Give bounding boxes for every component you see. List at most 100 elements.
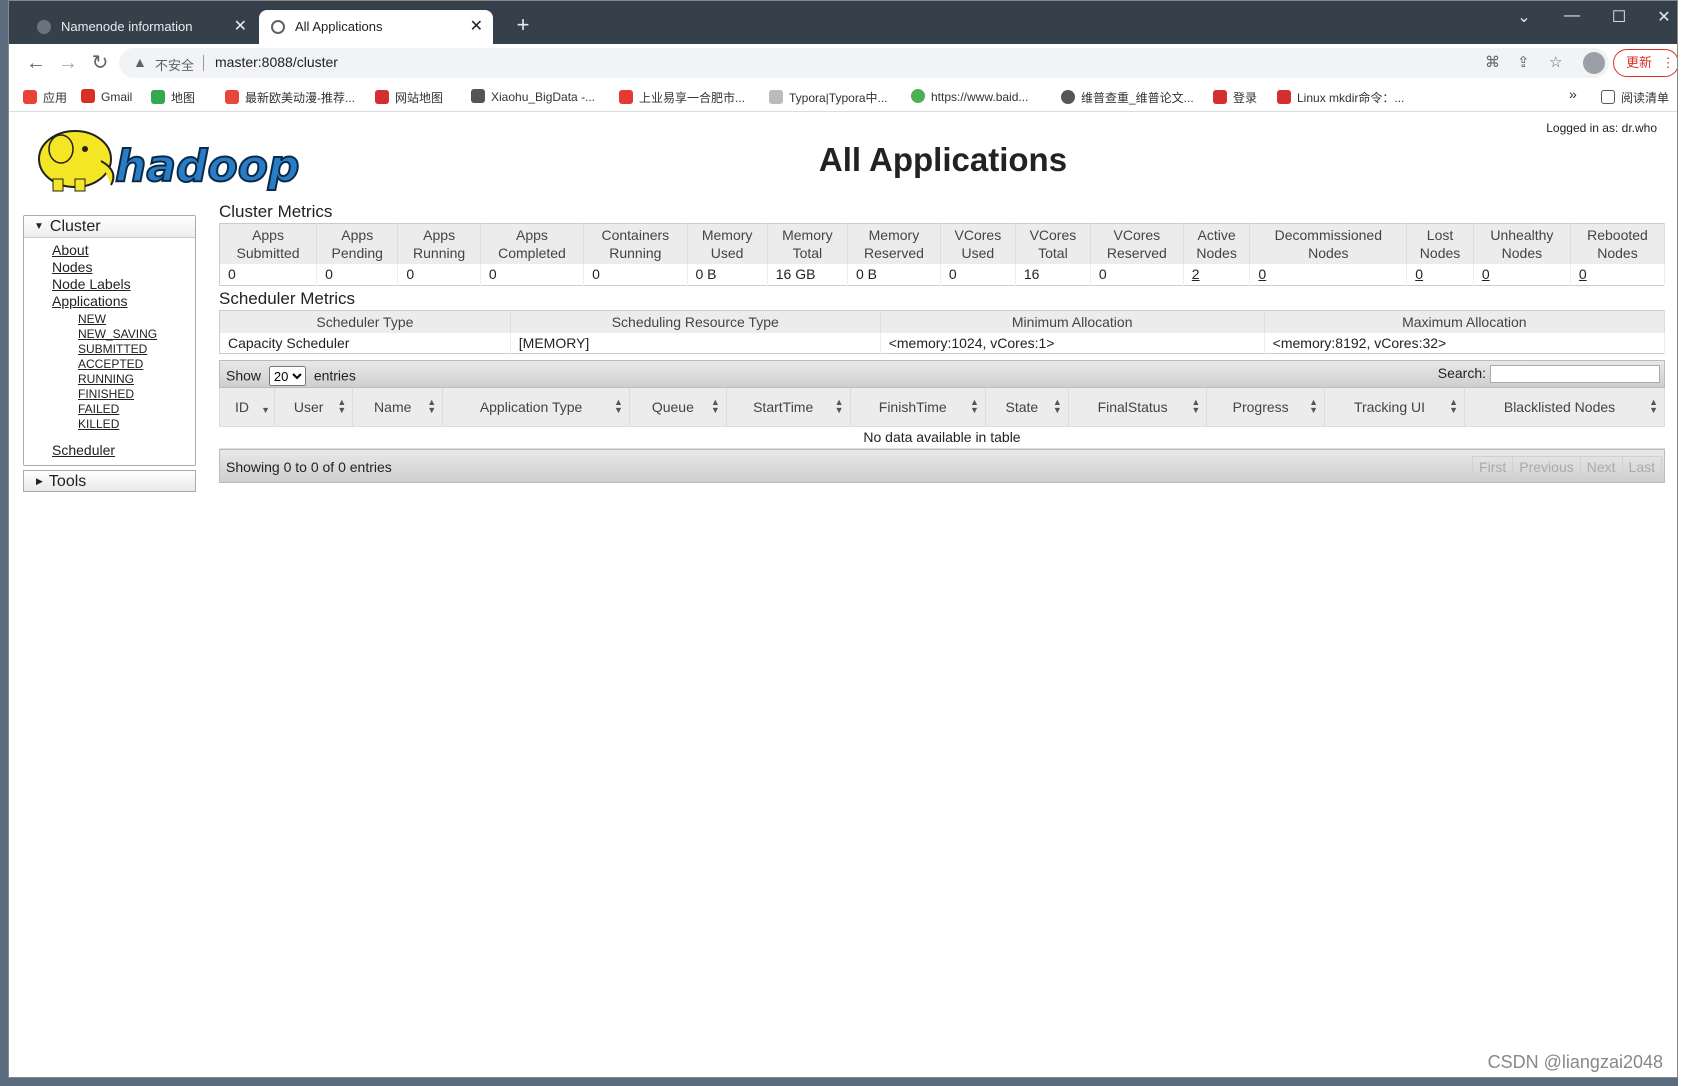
warning-icon[interactable]: ▲ <box>133 54 147 70</box>
tab-namenode-information[interactable]: Namenode information ✕ <box>25 10 257 44</box>
cluster-metrics-title: Cluster Metrics <box>219 202 333 221</box>
back-button[interactable]: ← <box>23 50 49 76</box>
update-button[interactable]: 更新 ⋮ <box>1613 49 1677 77</box>
cluster-header[interactable]: ▼ Cluster <box>24 216 195 238</box>
bookmarks-more-button[interactable]: » <box>1569 86 1577 102</box>
address-bar[interactable]: ▲ 不安全 master:8088/cluster ⌘ ⇪ ☆ <box>119 48 1609 78</box>
sidebar-link-about[interactable]: About <box>24 242 195 259</box>
column-header[interactable]: Name ▲ ▼ <box>352 388 444 427</box>
header-line: Total <box>792 245 823 261</box>
sort-icon: ▲ ▼ <box>1449 397 1458 415</box>
cluster-metric-link[interactable]: 0 <box>1579 266 1587 282</box>
app-state-new-saving[interactable]: NEW_SAVING <box>24 327 195 342</box>
minimize-button[interactable]: — <box>1557 7 1587 25</box>
reload-button[interactable]: ↻ <box>87 50 113 76</box>
app-state-finished[interactable]: FINISHED <box>24 387 195 402</box>
bookmark-apps[interactable]: 应用 <box>23 89 67 106</box>
cluster-metric-header: Active Nodes <box>1183 223 1251 264</box>
column-label: StartTime <box>753 398 814 415</box>
forward-button[interactable]: → <box>55 50 81 76</box>
url-text[interactable]: master:8088/cluster <box>215 54 338 70</box>
bookmark-baidu[interactable]: https://www.baid... <box>911 89 1028 104</box>
new-tab-button[interactable]: + <box>509 11 537 39</box>
column-header[interactable]: Queue ▲ ▼ <box>628 388 727 427</box>
logged-in-user: Logged in as: dr.who <box>1546 121 1657 135</box>
sort-icon: ▲ ▼ <box>834 397 844 415</box>
close-tab-icon[interactable]: ✕ <box>234 10 247 44</box>
bookmark-maps[interactable]: 地图 <box>151 89 195 106</box>
bookmark-linux-mkdir[interactable]: Linux mkdir命令：... <box>1277 89 1404 106</box>
pagination: First Previous Next Last <box>1472 455 1662 478</box>
close-window-button[interactable]: ✕ <box>1649 7 1677 27</box>
column-header[interactable]: Application Type ▲ ▼ <box>442 388 630 427</box>
next-page-button[interactable]: Next <box>1579 455 1623 478</box>
app-state-running[interactable]: RUNNING <box>24 372 195 387</box>
bookmark-sitemap[interactable]: 网站地图 <box>375 89 443 106</box>
sort-desc-icon: ▼ <box>261 405 271 415</box>
app-state-new[interactable]: NEW <box>24 312 195 327</box>
bookmark-star-icon[interactable]: ☆ <box>1549 53 1562 71</box>
header-line: Completed <box>498 245 566 261</box>
cluster-metric-header: Memory Reserved <box>847 223 941 264</box>
header-line: Total <box>1038 245 1068 261</box>
cluster-metric-link[interactable]: 0 <box>1258 266 1266 282</box>
last-page-button[interactable]: Last <box>1621 455 1662 478</box>
cluster-metric-link[interactable]: 0 <box>1482 266 1490 282</box>
profile-avatar[interactable] <box>1583 52 1605 74</box>
first-page-button[interactable]: First <box>1472 455 1514 478</box>
column-header[interactable]: FinalStatus ▲ ▼ <box>1067 388 1208 427</box>
update-label: 更新 <box>1626 55 1653 70</box>
security-label[interactable]: 不安全 <box>155 55 194 74</box>
cluster-metric-link[interactable]: 2 <box>1192 266 1200 282</box>
cluster-metric-value: 0 <box>1473 264 1571 285</box>
app-state-killed[interactable]: KILLED <box>24 417 195 432</box>
tools-header[interactable]: ▶ Tools <box>23 470 196 492</box>
share-icon[interactable]: ⇪ <box>1517 53 1530 71</box>
sidebar-link-node-labels[interactable]: Node Labels <box>24 276 195 293</box>
cluster-metric-header: Memory Total <box>767 223 849 264</box>
maximize-button[interactable]: ☐ <box>1604 7 1634 27</box>
header-line: Memory <box>868 227 920 243</box>
bookmark-gmail[interactable]: Gmail <box>81 89 132 104</box>
sidebar-link-scheduler[interactable]: Scheduler <box>24 442 195 459</box>
search-input[interactable] <box>1490 365 1660 384</box>
column-label: User <box>293 398 324 415</box>
column-header[interactable]: FinishTime ▲ ▼ <box>849 388 986 427</box>
bookmark-label: Linux mkdir命令：... <box>1297 91 1405 105</box>
s-logo-icon <box>619 90 633 104</box>
column-header[interactable]: User ▲ ▼ <box>274 388 354 427</box>
previous-page-button[interactable]: Previous <box>1512 455 1581 478</box>
cluster-metric-value: 0 <box>219 264 318 285</box>
entries-select[interactable]: 20 <box>268 366 306 386</box>
more-menu-icon[interactable]: ⋮ <box>1662 55 1675 70</box>
bookmark-hefei[interactable]: 上业易享一合肥市... <box>619 89 745 106</box>
header-line: Running <box>413 245 466 261</box>
app-state-submitted[interactable]: SUBMITTED <box>24 342 195 357</box>
sidebar-link-nodes[interactable]: Nodes <box>24 259 195 276</box>
sort-icon: ▲ ▼ <box>710 397 720 415</box>
column-header[interactable]: Tracking UI ▲ ▼ <box>1323 388 1466 427</box>
bookmark-weipu[interactable]: 维普查重_维普论文... <box>1061 89 1194 106</box>
cluster-metric-link[interactable]: 0 <box>1415 266 1423 282</box>
tab-search-icon[interactable]: ⌄ <box>1509 7 1539 27</box>
column-header[interactable]: Blacklisted Nodes ▲ ▼ <box>1464 388 1665 427</box>
bookmark-login[interactable]: 登录 <box>1213 89 1257 106</box>
column-header[interactable]: State ▲ ▼ <box>984 388 1069 427</box>
header-line: VCores <box>954 227 1002 243</box>
app-state-accepted[interactable]: ACCEPTED <box>24 357 195 372</box>
reading-list-button[interactable]: 阅读清单 <box>1601 89 1669 106</box>
column-header[interactable]: Progress ▲ ▼ <box>1206 388 1325 427</box>
translate-icon[interactable]: ⌘ <box>1485 53 1500 71</box>
caret-down-icon: ▼ <box>34 221 44 232</box>
tools-label: Tools <box>48 473 87 490</box>
tab-all-applications[interactable]: All Applications ✕ <box>259 10 493 44</box>
sidebar-link-applications[interactable]: Applications <box>24 293 195 310</box>
app-state-failed[interactable]: FAILED <box>24 402 195 417</box>
bookmark-xiaohu[interactable]: Xiaohu_BigData -... <box>471 89 595 104</box>
close-tab-icon[interactable]: ✕ <box>470 10 483 44</box>
bookmark-anime[interactable]: 最新欧美动漫-推荐... <box>225 89 355 106</box>
column-header[interactable]: StartTime ▲ ▼ <box>725 388 851 427</box>
column-header[interactable]: ID ▼ <box>218 388 276 427</box>
header-line: Nodes <box>1501 245 1543 261</box>
bookmark-typora[interactable]: Typora|Typora中... <box>769 89 888 106</box>
